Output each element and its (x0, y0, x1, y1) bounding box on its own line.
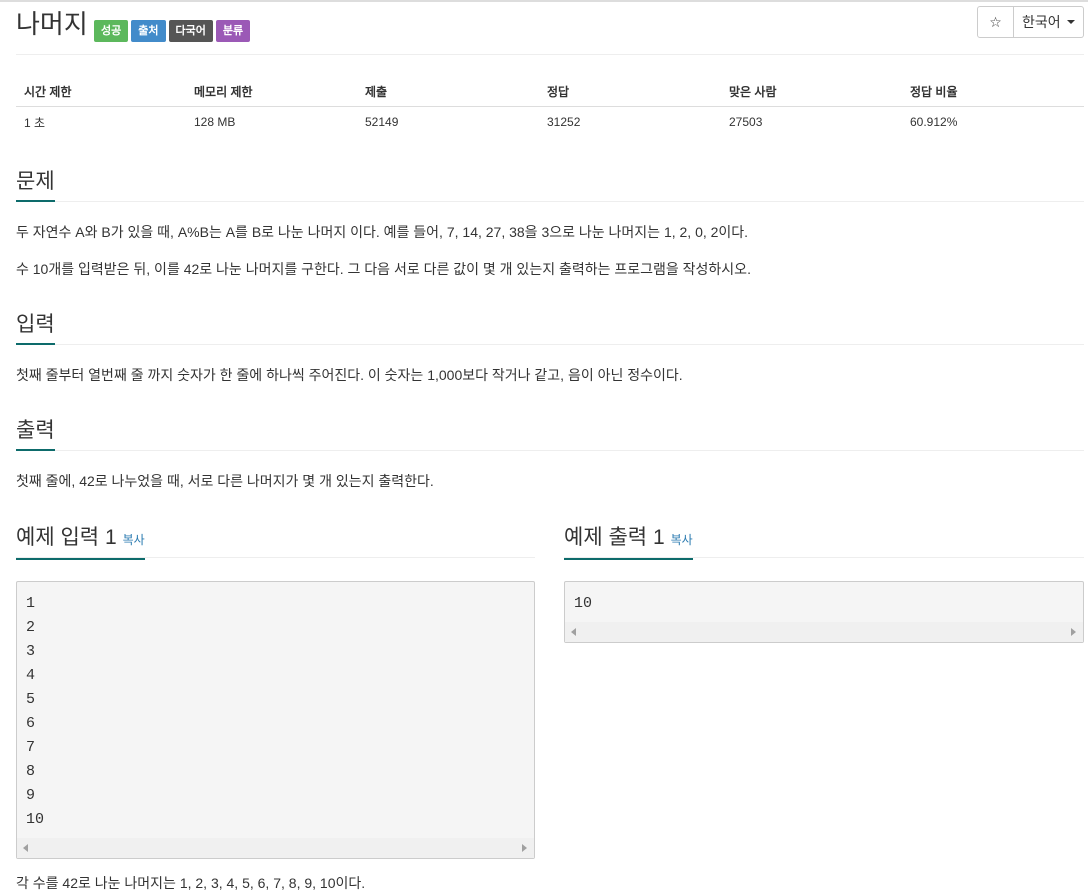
accept-ratio-value: 60.912% (910, 115, 958, 130)
sample-output-line: 10 (574, 595, 593, 612)
copy-sample-output-button[interactable]: 복사 (671, 533, 693, 547)
input-body: 첫째 줄부터 열번째 줄 까지 숫자가 한 줄에 하나씩 주어진다. 이 숫자는… (16, 365, 1084, 385)
output-section: 출력 첫째 줄에, 42로 나누었을 때, 서로 다른 나머지가 몇 개 있는지… (16, 417, 1084, 508)
input-heading: 입력 (16, 311, 55, 345)
caret-down-icon (1067, 20, 1075, 24)
sample-input-line: 6 (26, 715, 36, 732)
scroll-left-icon[interactable] (571, 628, 576, 636)
problem-info-table: 시간 제한 메모리 제한 제출 정답 맞은 사람 정답 비율 1 초 128 M… (16, 78, 1084, 138)
label-success: 성공 (94, 20, 129, 42)
sample-input-line: 4 (26, 667, 36, 684)
sample-input-line: 7 (26, 739, 36, 756)
sample-input-section: 예제 입력 1 복사 (16, 524, 535, 560)
sample-output-header: 예제 출력 1 복사 (564, 524, 1084, 560)
sample-output-section: 예제 출력 1 복사 (564, 524, 1084, 560)
problem-labels: 성공 출처 다국어 분류 (94, 20, 251, 42)
scroll-left-icon[interactable] (23, 844, 28, 852)
col-submissions: 제출 (357, 78, 539, 107)
input-header: 입력 (16, 311, 1084, 345)
label-category[interactable]: 분류 (215, 20, 251, 42)
sample-input-title: 예제 입력 1 (16, 526, 117, 549)
sample-note: 각 수를 42로 나눈 나머지는 1, 2, 3, 4, 5, 6, 7, 8,… (16, 875, 366, 891)
sample-input-line: 1 (26, 595, 36, 612)
sample-input-line: 8 (26, 763, 36, 780)
sample-output-title: 예제 출력 1 (564, 526, 665, 549)
header-divider (16, 54, 1084, 55)
top-border (0, 0, 1088, 2)
col-accept-ratio: 정답 비율 (902, 78, 1084, 107)
description-paragraph: 수 10개를 입력받은 뒤, 이를 42로 나눈 나머지를 구한다. 그 다음 … (16, 261, 751, 277)
sample-input-line: 3 (26, 643, 36, 660)
problem-title: 나머지 (16, 9, 88, 39)
solved-users-value[interactable]: 27503 (721, 106, 902, 138)
sample-input-heading: 예제 입력 1 복사 (16, 524, 145, 560)
sample-input-lines: 1 2 3 4 5 6 7 8 9 10 (17, 582, 534, 832)
sample-input-line: 2 (26, 619, 36, 636)
col-time-limit: 시간 제한 (16, 78, 186, 107)
copy-sample-input-button[interactable]: 복사 (123, 533, 145, 547)
output-heading: 출력 (16, 417, 55, 451)
favorite-button[interactable]: ☆ (977, 6, 1014, 38)
table-row: 1 초 128 MB 52149 31252 27503 60.912% (16, 106, 1084, 138)
submissions-value[interactable]: 52149 (357, 106, 539, 138)
input-paragraph: 첫째 줄부터 열번째 줄 까지 숫자가 한 줄에 하나씩 주어진다. 이 숫자는… (16, 367, 683, 383)
description-header: 문제 (16, 168, 1084, 202)
col-accepted: 정답 (539, 78, 721, 107)
sample-input-box[interactable]: 1 2 3 4 5 6 7 8 9 10 (16, 581, 535, 859)
output-paragraph: 첫째 줄에, 42로 나누었을 때, 서로 다른 나머지가 몇 개 있는지 출력… (16, 473, 434, 489)
label-multilang: 다국어 (168, 20, 213, 42)
scroll-right-icon[interactable] (1071, 628, 1076, 636)
description-body: 두 자연수 A와 B가 있을 때, A%B는 A를 B로 나눈 나머지 이다. … (16, 222, 1084, 279)
description-section: 문제 두 자연수 A와 B가 있을 때, A%B는 A를 B로 나눈 나머지 이… (16, 168, 1084, 296)
output-body: 첫째 줄에, 42로 나누었을 때, 서로 다른 나머지가 몇 개 있는지 출력… (16, 471, 1084, 491)
table-header-row: 시간 제한 메모리 제한 제출 정답 맞은 사람 정답 비율 (16, 78, 1084, 107)
description-heading: 문제 (16, 168, 55, 202)
sample-output-lines: 10 (565, 582, 1083, 616)
col-memory-limit: 메모리 제한 (186, 78, 357, 107)
star-icon: ☆ (989, 13, 1002, 30)
description-paragraph: 두 자연수 A와 B가 있을 때, A%B는 A를 B로 나눈 나머지 이다. … (16, 224, 749, 240)
sample-input-header: 예제 입력 1 복사 (16, 524, 535, 560)
sample-input-line: 10 (26, 811, 45, 828)
sample-input-line: 5 (26, 691, 36, 708)
sample-input-line: 9 (26, 787, 36, 804)
sample-output-box[interactable]: 10 (564, 581, 1084, 643)
sample-output-heading: 예제 출력 1 복사 (564, 524, 693, 560)
memory-limit-value: 128 MB (194, 115, 236, 130)
sample-input-scrollbar[interactable] (17, 838, 534, 858)
time-limit-value: 1 초 (24, 115, 46, 130)
output-header: 출력 (16, 417, 1084, 451)
accepted-value[interactable]: 31252 (539, 106, 721, 138)
col-solved-users: 맞은 사람 (721, 78, 902, 107)
header-buttons: ☆ 한국어 (977, 6, 1084, 38)
problem-header: 나머지 성공 출처 다국어 분류 ☆ 한국어 (16, 6, 1084, 50)
sample-output-scrollbar[interactable] (565, 622, 1083, 642)
language-dropdown[interactable]: 한국어 (1014, 6, 1084, 38)
language-label: 한국어 (1022, 14, 1061, 30)
label-source[interactable]: 출처 (131, 20, 166, 42)
input-section: 입력 첫째 줄부터 열번째 줄 까지 숫자가 한 줄에 하나씩 주어진다. 이 … (16, 311, 1084, 402)
scroll-right-icon[interactable] (522, 844, 527, 852)
